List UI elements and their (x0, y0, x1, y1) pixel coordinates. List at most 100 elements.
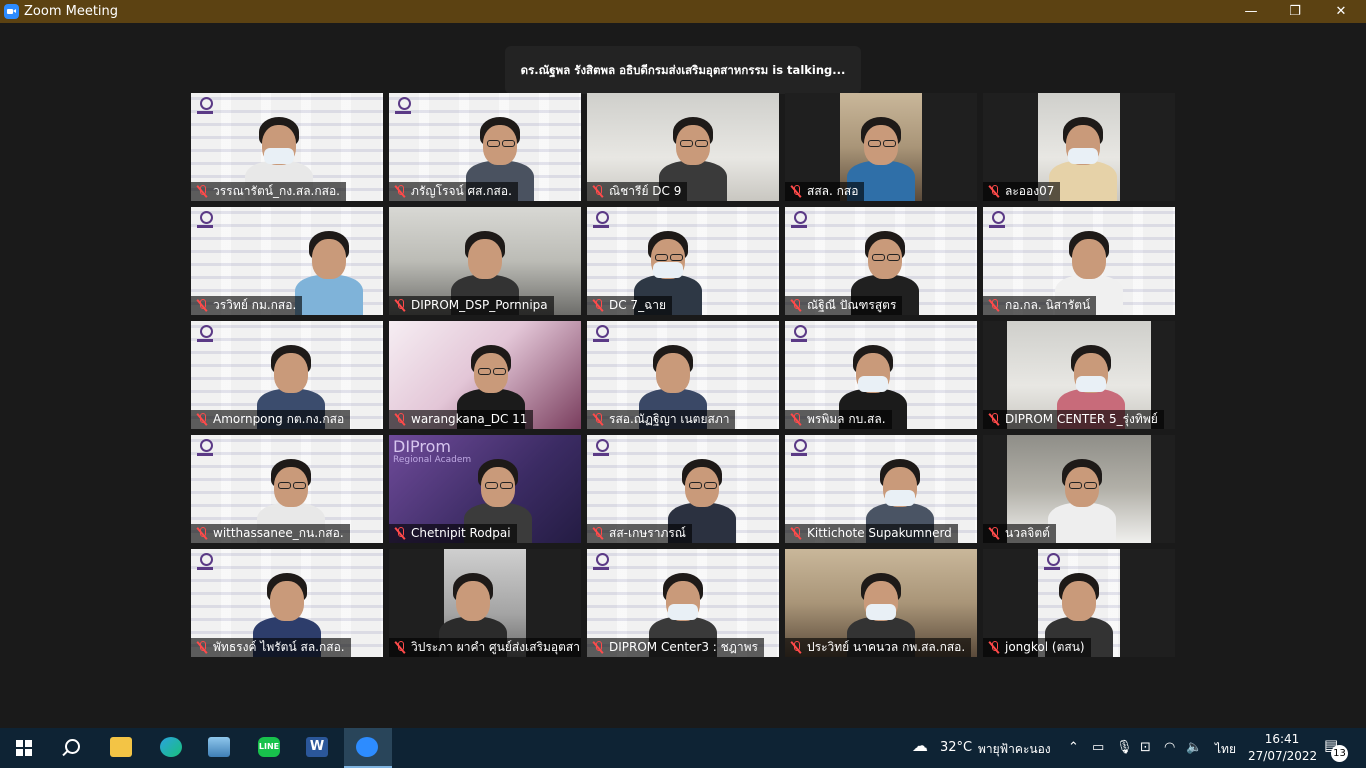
diprom-logo-icon (791, 325, 807, 345)
mic-muted-icon (593, 641, 603, 654)
participant-nameplate: พัทธรงค์ ไพรัตน์ สล.กสอ. (191, 638, 351, 657)
taskbar-zoom[interactable] (344, 728, 392, 768)
file-explorer-icon (110, 737, 132, 757)
weather-icon[interactable]: ☁ (912, 738, 928, 754)
volume-icon[interactable]: 🔈 (1186, 740, 1202, 756)
participant-nameplate: สส-เกษราภรณ์ (587, 524, 692, 543)
participant-tile[interactable]: ณิชารีย์ DC 9 (587, 93, 779, 201)
mic-muted-icon (197, 413, 207, 426)
participant-nameplate: ภรัญโรจน์ ศส.กสอ. (389, 182, 518, 201)
taskbar-word[interactable]: W (294, 728, 342, 768)
participant-nameplate: jongkol (ตสน) (983, 638, 1091, 657)
participant-nameplate: witthassanee_กน.กสอ. (191, 524, 350, 543)
participant-tile[interactable]: witthassanee_กน.กสอ. (191, 435, 383, 543)
participant-tile[interactable]: พัทธรงค์ ไพรัตน์ สล.กสอ. (191, 549, 383, 657)
participant-tile[interactable]: Kittichote Supakumnerd (785, 435, 977, 543)
mic-muted-icon (197, 641, 207, 654)
participant-name: รสอ.ณัฏฐิญา เนตยสภา (609, 412, 730, 426)
participant-tile[interactable]: warangkana_DC 11 (389, 321, 581, 429)
participant-name: พรพิมล กบ.สล. (807, 412, 886, 426)
participant-nameplate: DIPROM Center3 : ชฎาพร (587, 638, 764, 657)
participant-name: ณิชารีย์ DC 9 (609, 184, 682, 198)
participant-name: ละออง07 (1005, 184, 1055, 198)
participant-name: ณัฐิณี ปัณฑรสูตร (807, 298, 897, 312)
participant-name: DIPROM_DSP_Pornnipa (411, 298, 548, 312)
participant-nameplate: ณัฐิณี ปัณฑรสูตร (785, 296, 903, 315)
weather-temp[interactable]: 32°C (940, 741, 972, 755)
close-button[interactable]: ✕ (1318, 0, 1364, 23)
participant-nameplate: DIPROM CENTER 5_รุ่งทิพย์ (983, 410, 1164, 429)
restore-button[interactable]: ❐ (1272, 0, 1318, 23)
mic-muted-icon (791, 185, 801, 198)
participant-tile[interactable]: สส-เกษราภรณ์ (587, 435, 779, 543)
mic-muted-icon (791, 413, 801, 426)
participant-tile[interactable]: ละออง07 (983, 93, 1175, 201)
participant-name: DIPROM CENTER 5_รุ่งทิพย์ (1005, 412, 1158, 426)
clock-date[interactable]: 27/07/2022 (1248, 749, 1317, 763)
diprom-logo-icon (593, 211, 609, 231)
mic-muted-icon (593, 413, 603, 426)
taskbar-file-explorer[interactable] (98, 728, 146, 768)
participant-name: ประวิทย์ นาคนวล กพ.สล.กสอ. (807, 640, 966, 654)
diprom-logo-icon (989, 211, 1005, 231)
mic-muted-icon (395, 641, 405, 654)
mic-muted-icon (791, 527, 801, 540)
diprom-logo-icon (197, 325, 213, 345)
minimize-button[interactable]: — (1228, 0, 1274, 23)
mic-muted-icon (593, 299, 603, 312)
start-button[interactable] (0, 728, 48, 768)
participant-name: วรรณารัตน์_กง.สล.กสอ. (213, 184, 340, 198)
participant-nameplate: ณิชารีย์ DC 9 (587, 182, 688, 201)
mic-muted-icon (989, 413, 999, 426)
network-icon[interactable]: ⊡ (1140, 740, 1151, 756)
participant-nameplate: DC 7_ฉาย (587, 296, 673, 315)
participant-nameplate: วิประภา ผาคำ ศูนย์ส่งเสริมอุตสา... (389, 638, 581, 657)
diprom-logo-icon (593, 553, 609, 573)
windows-taskbar: LINE W ☁ 32°C พายุฟ้าคะนอง ⌃ ▭ 🎙 ⊡ ◠ 🔈 ไ… (0, 728, 1366, 768)
participant-tile[interactable]: นวลจิตต์ (983, 435, 1175, 543)
participant-tile[interactable]: วิประภา ผาคำ ศูนย์ส่งเสริมอุตสา... (389, 549, 581, 657)
participant-tile[interactable]: DC 7_ฉาย (587, 207, 779, 315)
participant-nameplate: Amornpong กต.กง.กสอ (191, 410, 351, 429)
participant-tile[interactable]: ณัฐิณี ปัณฑรสูตร (785, 207, 977, 315)
participant-nameplate: สสล. กสอ (785, 182, 865, 201)
participant-tile[interactable]: วรวิทย์ กม.กสอ. (191, 207, 383, 315)
wifi-icon[interactable]: ◠ (1164, 740, 1175, 756)
participant-tile[interactable]: jongkol (ตสน) (983, 549, 1175, 657)
participant-tile[interactable]: ประวิทย์ นาคนวล กพ.สล.กสอ. (785, 549, 977, 657)
participant-tile[interactable]: กอ.กล. นิสารัตน์ (983, 207, 1175, 315)
taskbar-line[interactable]: LINE (246, 728, 294, 768)
participant-tile[interactable]: DIPROM Center3 : ชฎาพร (587, 549, 779, 657)
clock-time[interactable]: 16:41 (1262, 732, 1302, 746)
participant-tile[interactable]: วรรณารัตน์_กง.สล.กสอ. (191, 93, 383, 201)
participant-nameplate: กอ.กล. นิสารัตน์ (983, 296, 1097, 315)
mic-muted-icon (395, 527, 405, 540)
mic-muted-icon (197, 299, 207, 312)
search-button[interactable] (48, 728, 96, 768)
participant-tile[interactable]: ภรัญโรจน์ ศส.กสอ. (389, 93, 581, 201)
language-indicator[interactable]: ไทย (1215, 742, 1236, 756)
participant-nameplate: ประวิทย์ นาคนวล กพ.สล.กสอ. (785, 638, 972, 657)
taskbar-photos[interactable] (196, 728, 244, 768)
diprom-logo-icon (197, 439, 213, 459)
weather-text[interactable]: พายุฟ้าคะนอง (978, 742, 1051, 756)
participant-tile[interactable]: DIPROM CENTER 5_รุ่งทิพย์ (983, 321, 1175, 429)
participant-name: วรวิทย์ กม.กสอ. (213, 298, 297, 312)
participant-tile[interactable]: พรพิมล กบ.สล. (785, 321, 977, 429)
participant-tile[interactable]: DIPROM_DSP_Pornnipa (389, 207, 581, 315)
microphone-icon[interactable]: 🎙 (1116, 740, 1133, 756)
participant-name: กอ.กล. นิสารัตน์ (1005, 298, 1091, 312)
mic-muted-icon (989, 185, 999, 198)
participant-tile[interactable]: Amornpong กต.กง.กสอ (191, 321, 383, 429)
diprom-logo-icon (197, 211, 213, 231)
participant-tile[interactable]: สสล. กสอ (785, 93, 977, 201)
participant-name: ภรัญโรจน์ ศส.กสอ. (411, 184, 512, 198)
taskbar-edge[interactable] (148, 728, 196, 768)
participant-tile[interactable]: DIProm Regional Academ Chetnipit Rodpai (389, 435, 581, 543)
camera-icon[interactable]: ▭ (1092, 740, 1104, 756)
line-icon: LINE (258, 737, 280, 757)
mic-muted-icon (593, 185, 603, 198)
participant-name: DIPROM Center3 : ชฎาพร (609, 640, 758, 654)
participant-tile[interactable]: รสอ.ณัฏฐิญา เนตยสภา (587, 321, 779, 429)
chevron-up-icon[interactable]: ⌃ (1068, 740, 1079, 756)
